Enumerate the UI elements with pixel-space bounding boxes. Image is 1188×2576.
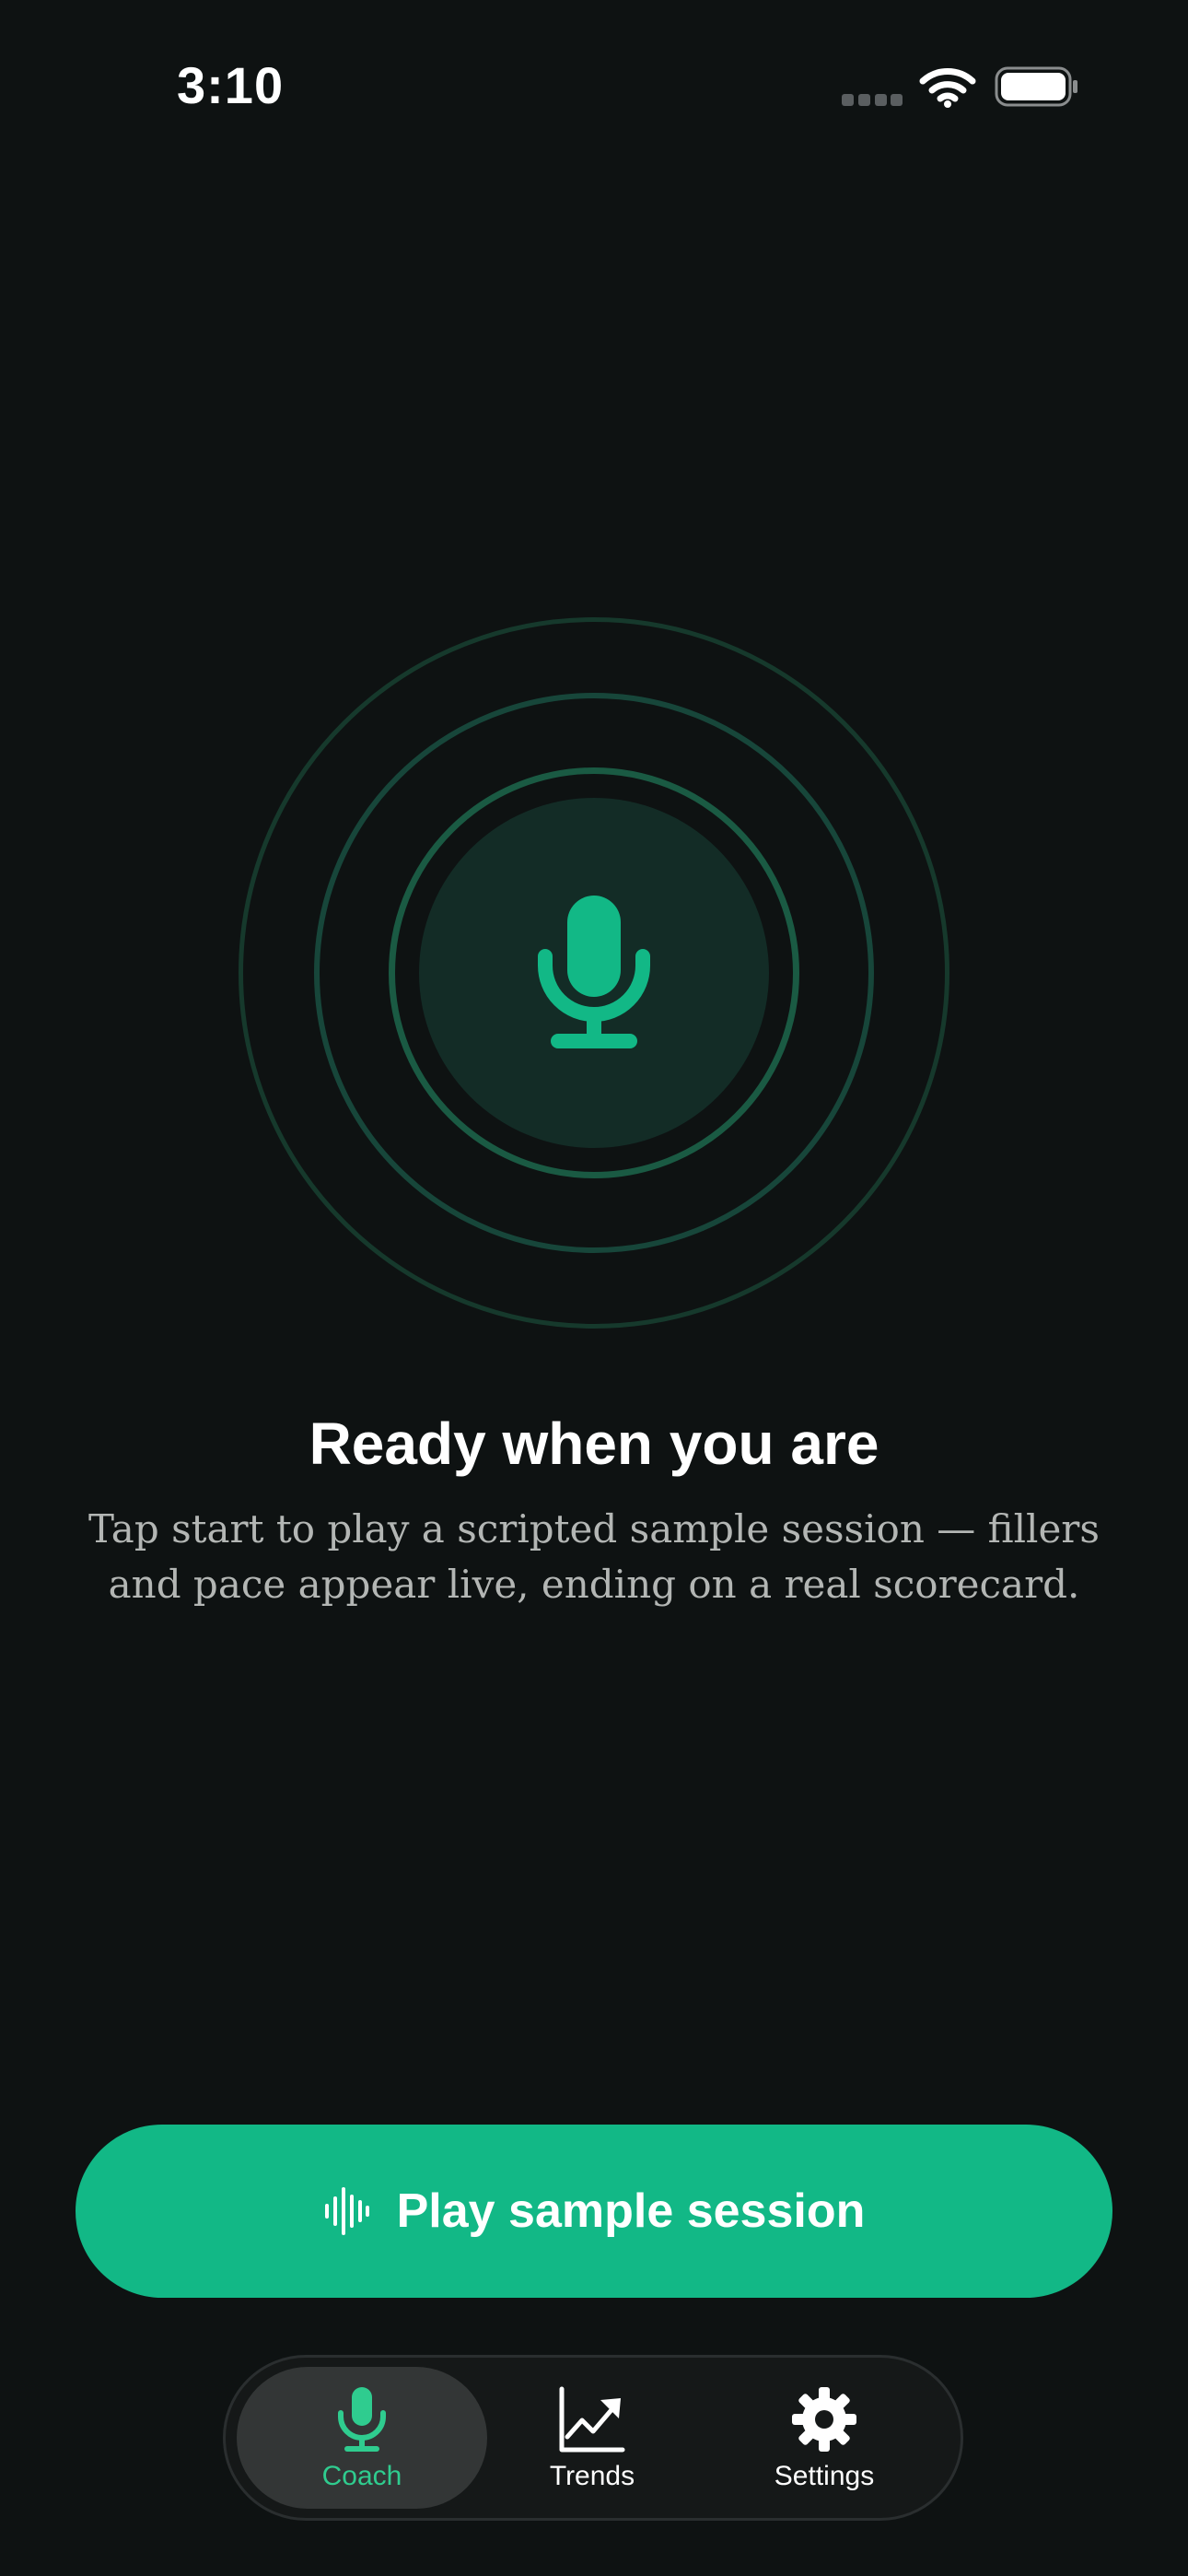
tab-settings[interactable]: Settings (699, 2367, 949, 2509)
play-sample-session-button[interactable]: Play sample session (76, 2125, 1112, 2298)
tab-settings-label: Settings (774, 2461, 875, 2491)
tab-coach[interactable]: Coach (237, 2367, 487, 2509)
coach-screen: 3:10 Ready when you are Tap start to pla… (0, 0, 1188, 2576)
tab-coach-label: Coach (321, 2461, 402, 2491)
microphone-icon (538, 896, 650, 1048)
hero-title: Ready when you are (309, 1411, 879, 1477)
tab-trends[interactable]: Trends (467, 2367, 717, 2509)
hero-description: Tap start to play a scripted sample sess… (88, 1506, 1100, 1607)
microphone-icon (338, 2387, 386, 2452)
waveform-icon (324, 2187, 369, 2235)
tab-trends-label: Trends (549, 2461, 635, 2491)
mic-illustration (0, 0, 1188, 1382)
gear-icon (792, 2387, 856, 2452)
trend-chart-icon (559, 2386, 625, 2453)
play-sample-session-label: Play sample session (396, 2184, 866, 2238)
tab-bar: Coach Trends Settings (223, 2355, 963, 2521)
